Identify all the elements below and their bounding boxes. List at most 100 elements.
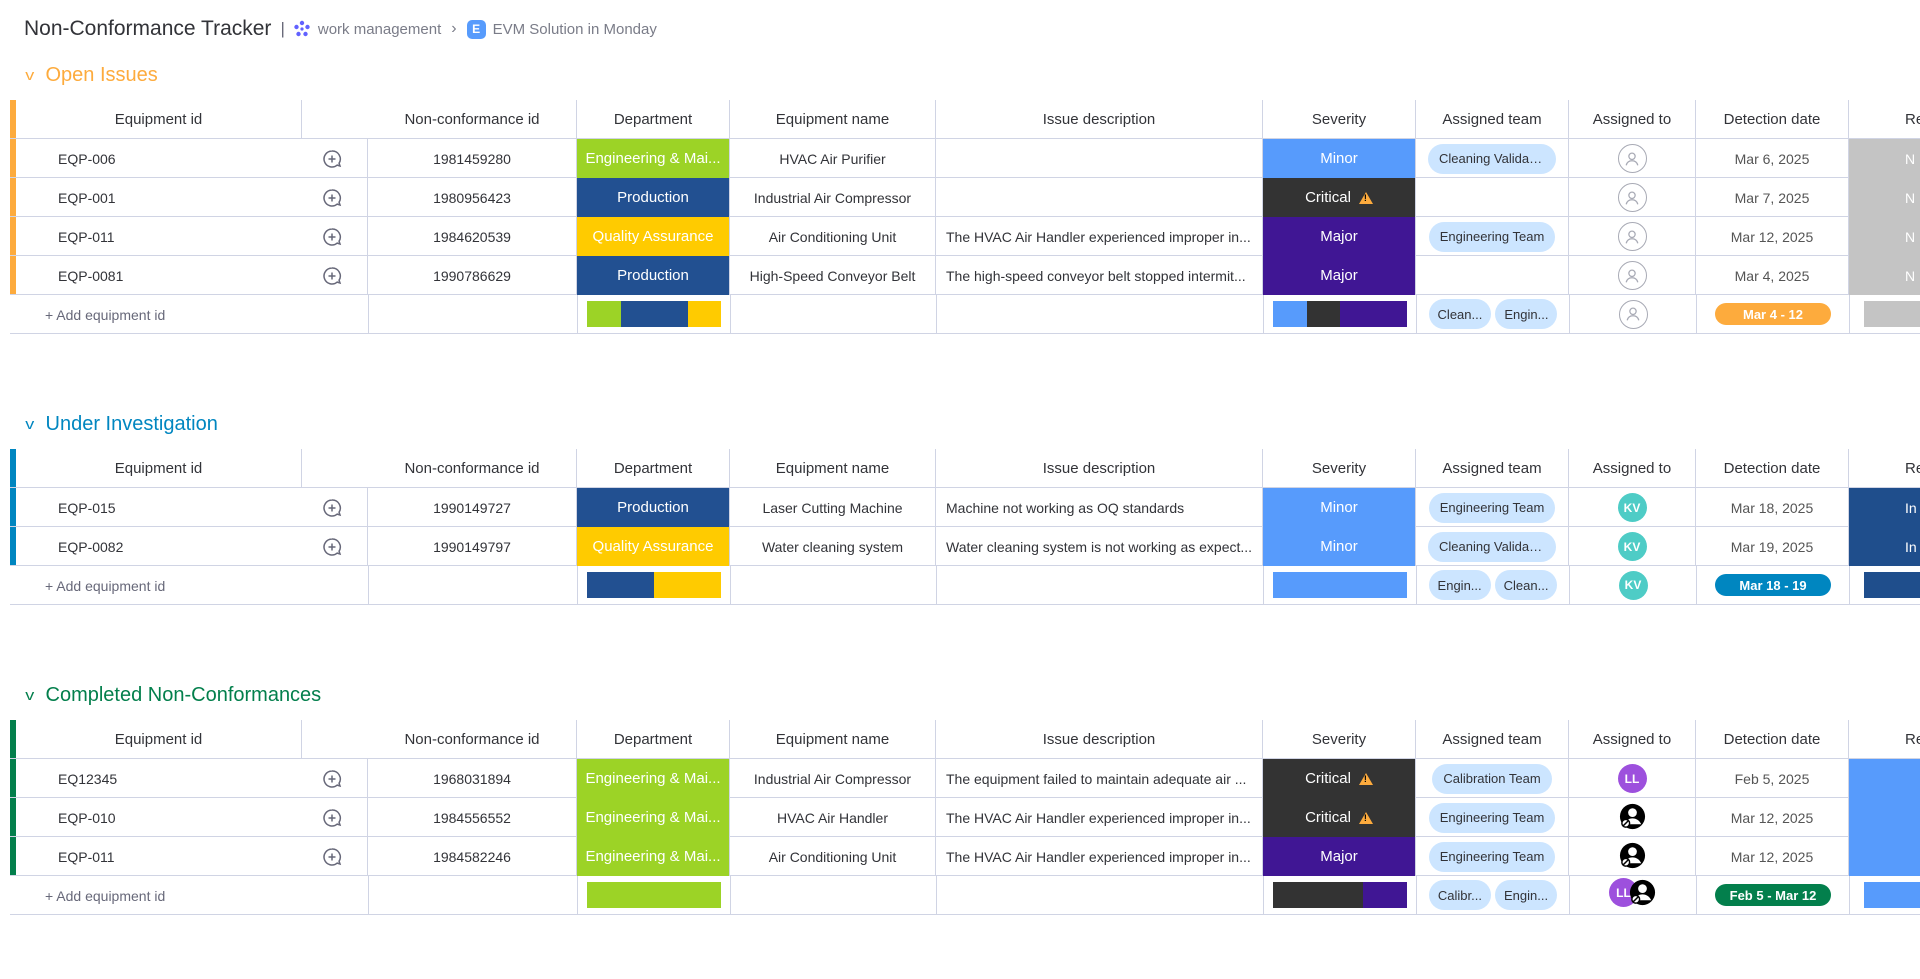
assignee-avatar[interactable]: KV	[1617, 493, 1647, 522]
update-cell[interactable]	[296, 837, 368, 876]
equipment-id-cell[interactable]: EQ12345	[16, 759, 302, 798]
add-update-icon[interactable]	[321, 187, 343, 209]
update-cell[interactable]	[296, 759, 368, 798]
department-status[interactable]: Production	[577, 178, 730, 217]
column-header-issue-description[interactable]: Issue description	[936, 449, 1263, 488]
add-equipment-button[interactable]: + Add equipment id	[45, 876, 165, 915]
column-header-severity[interactable]: Severity	[1263, 720, 1416, 759]
department-status[interactable]: Quality Assurance	[577, 527, 730, 566]
issue-description-cell[interactable]: The HVAC Air Handler experienced imprope…	[936, 217, 1263, 256]
nc-id-cell[interactable]: 1984556552	[368, 798, 577, 837]
team-chip[interactable]: Engineering Team	[1428, 802, 1556, 833]
resolution-status[interactable]	[1849, 837, 1920, 876]
add-update-icon[interactable]	[321, 536, 343, 558]
equipment-name-cell[interactable]: Laser Cutting Machine	[730, 488, 936, 527]
column-header-severity[interactable]: Severity	[1263, 449, 1416, 488]
column-header-equipment-id[interactable]: Equipment id	[16, 449, 302, 488]
team-chip[interactable]: Engineering Team	[1428, 492, 1556, 523]
assignee-avatar[interactable]: KV	[1617, 532, 1647, 561]
board-title[interactable]: Non-Conformance Tracker	[24, 17, 271, 41]
department-distribution-bar[interactable]	[587, 301, 721, 327]
assigned-team-cell[interactable]: Calibration Team	[1416, 759, 1569, 798]
equipment-name-cell[interactable]: Industrial Air Compressor	[730, 759, 936, 798]
team-summary-chip[interactable]: Engin...	[1428, 570, 1491, 600]
assigned-to-cell[interactable]	[1569, 798, 1696, 837]
assigned-team-cell[interactable]: Cleaning Validati...	[1416, 527, 1569, 566]
department-distribution-bar[interactable]	[587, 882, 721, 908]
date-range-pill[interactable]: Feb 5 - Mar 12	[1715, 884, 1831, 906]
chevron-down-icon[interactable]: v	[25, 416, 34, 433]
department-status[interactable]: Engineering & Mai...	[577, 798, 730, 837]
column-header-severity[interactable]: Severity	[1263, 100, 1416, 139]
detection-date-cell[interactable]: Mar 18, 2025	[1696, 488, 1849, 527]
add-equipment-button[interactable]: + Add equipment id	[45, 295, 165, 334]
assigned-to-cell[interactable]	[1569, 178, 1696, 217]
column-header-assigned-to[interactable]: Assigned to	[1569, 100, 1696, 139]
issue-description-cell[interactable]: The high-speed conveyor belt stopped int…	[936, 256, 1263, 295]
add-update-icon[interactable]	[321, 497, 343, 519]
add-update-icon[interactable]	[321, 846, 343, 868]
assigned-team-cell[interactable]: Cleaning Validati...	[1416, 139, 1569, 178]
resolution-status[interactable]: N	[1849, 256, 1920, 295]
issue-description-cell[interactable]	[936, 139, 1263, 178]
assignee-stack[interactable]: LL	[1609, 878, 1657, 912]
assigned-to-cell[interactable]: KV	[1569, 488, 1696, 527]
person-icon[interactable]	[1618, 841, 1647, 873]
column-header-detection-date[interactable]: Detection date	[1696, 720, 1849, 759]
detection-date-cell[interactable]: Mar 6, 2025	[1696, 139, 1849, 178]
column-header-nc-id[interactable]: Non-conformance id	[368, 720, 577, 759]
team-chip[interactable]: Cleaning Validati...	[1428, 143, 1556, 174]
column-header-assigned-to[interactable]: Assigned to	[1569, 449, 1696, 488]
team-chip[interactable]: Calibration Team	[1432, 763, 1552, 794]
resolution-status[interactable]	[1849, 759, 1920, 798]
nc-id-cell[interactable]: 1984582246	[368, 837, 577, 876]
severity-status[interactable]: Minor	[1263, 527, 1416, 566]
assigned-to-cell[interactable]: LL	[1569, 759, 1696, 798]
update-cell[interactable]	[296, 488, 368, 527]
severity-distribution-bar[interactable]	[1273, 572, 1407, 598]
person-icon[interactable]	[1628, 878, 1657, 912]
detection-date-cell[interactable]: Mar 12, 2025	[1696, 837, 1849, 876]
add-update-icon[interactable]	[321, 265, 343, 287]
add-update-icon[interactable]	[321, 226, 343, 248]
empty-person-icon[interactable]	[1618, 299, 1648, 329]
severity-distribution-bar[interactable]	[1273, 882, 1407, 908]
table-row[interactable]: EQP-0081 1990786629 Production High-Speed C…	[10, 256, 1920, 295]
column-header-detection-date[interactable]: Detection date	[1696, 449, 1849, 488]
table-row[interactable]: EQP-011 1984620539 Quality Assurance Air Co…	[10, 217, 1920, 256]
column-header-resolution[interactable]: Resc	[1849, 720, 1920, 759]
equipment-id-cell[interactable]: EQP-011	[16, 217, 302, 256]
severity-status[interactable]: Critical	[1263, 759, 1416, 798]
empty-person-icon[interactable]	[1617, 144, 1647, 173]
nc-id-cell[interactable]: 1980956423	[368, 178, 577, 217]
team-summary-chip[interactable]: Engin...	[1494, 880, 1558, 910]
team-chip[interactable]: Engineering Team	[1428, 841, 1556, 872]
detection-date-cell[interactable]: Mar 7, 2025	[1696, 178, 1849, 217]
team-summary-chip[interactable]: Clean...	[1428, 299, 1492, 329]
detection-date-cell[interactable]: Feb 5, 2025	[1696, 759, 1849, 798]
table-row[interactable]: EQP-006 1981459280 Engineering & Mai... HVA…	[10, 139, 1920, 178]
column-header-assigned-team[interactable]: Assigned team	[1416, 720, 1569, 759]
nc-id-cell[interactable]: 1990149797	[368, 527, 577, 566]
update-cell[interactable]	[296, 798, 368, 837]
assigned-to-cell[interactable]	[1569, 837, 1696, 876]
table-row[interactable]: EQ12345 1968031894 Engineering & Mai... Ind…	[10, 759, 1920, 798]
severity-status[interactable]: Major	[1263, 256, 1416, 295]
nc-id-cell[interactable]: 1968031894	[368, 759, 577, 798]
column-header-equipment-name[interactable]: Equipment name	[730, 449, 936, 488]
empty-person-icon[interactable]	[1617, 222, 1647, 251]
assigned-to-cell[interactable]	[1569, 256, 1696, 295]
column-header-issue-description[interactable]: Issue description	[936, 720, 1263, 759]
resolution-status[interactable]	[1849, 798, 1920, 837]
team-chip[interactable]: Cleaning Validati...	[1428, 531, 1556, 562]
team-chip[interactable]: Engineering Team	[1428, 221, 1556, 252]
nc-id-cell[interactable]: 1984620539	[368, 217, 577, 256]
detection-date-cell[interactable]: Mar 12, 2025	[1696, 217, 1849, 256]
group-title[interactable]: v Under Investigation	[25, 411, 218, 437]
table-row[interactable]: EQP-0082 1990149797 Quality Assurance Water…	[10, 527, 1920, 566]
issue-description-cell[interactable]	[936, 178, 1263, 217]
date-range-pill[interactable]: Mar 18 - 19	[1715, 574, 1831, 596]
assignee-avatar[interactable]: KV	[1618, 570, 1648, 600]
table-row[interactable]: EQP-015 1990149727 Production Laser Cutting…	[10, 488, 1920, 527]
column-header-equipment-id[interactable]: Equipment id	[16, 720, 302, 759]
